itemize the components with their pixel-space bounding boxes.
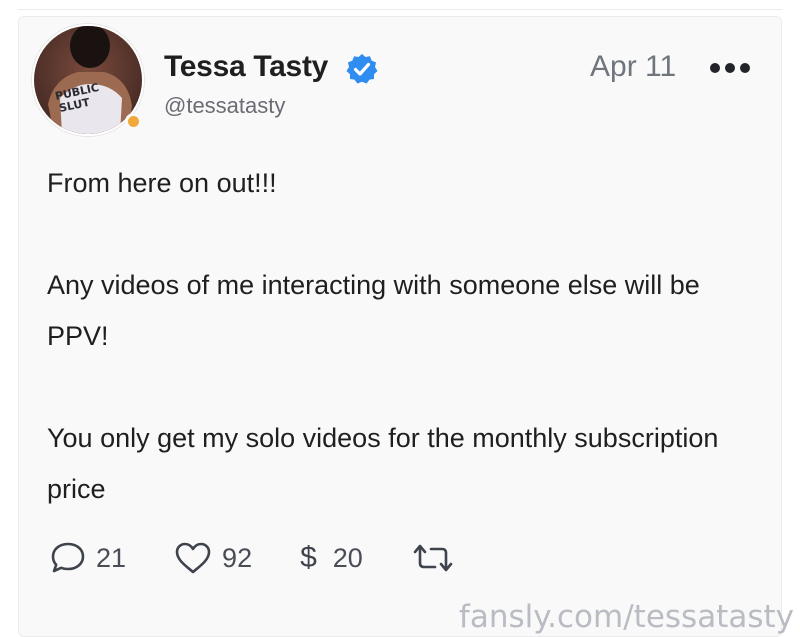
author-display-name[interactable]: Tessa Tasty: [164, 50, 328, 84]
post-line: Any videos of me interacting with someon…: [47, 270, 700, 351]
dot: [710, 63, 720, 73]
post-actions: 21 92 $ 20: [50, 538, 503, 578]
tip-count: 20: [332, 542, 363, 573]
post-body: From here on out!!! Any videos of me int…: [47, 158, 767, 515]
more-dots-icon[interactable]: [710, 58, 754, 78]
post-line: From here on out!!!: [47, 168, 277, 198]
repost-button[interactable]: [411, 543, 455, 573]
like-count: 92: [222, 542, 253, 573]
dot: [725, 63, 735, 73]
author-handle[interactable]: @tessatasty: [164, 93, 285, 119]
previous-card-edge: [18, 0, 782, 10]
post-date[interactable]: Apr 11: [590, 50, 676, 84]
tip-button[interactable]: $ 20: [300, 541, 363, 575]
repost-icon: [413, 544, 453, 572]
heart-icon: [175, 542, 211, 574]
post-line: You only get my solo videos for the mont…: [47, 423, 719, 504]
comment-icon: [51, 542, 85, 573]
verified-badge-icon: [346, 54, 378, 84]
comment-count: 21: [96, 542, 127, 573]
like-button[interactable]: 92: [174, 541, 252, 575]
dot: [740, 63, 750, 73]
online-status-dot: [125, 113, 142, 130]
watermark: fansly.com/tessatasty: [458, 599, 794, 635]
dollar-icon: $: [300, 541, 317, 574]
comment-button[interactable]: 21: [50, 541, 126, 575]
author-avatar[interactable]: PUBLIC SLUT: [32, 24, 144, 136]
